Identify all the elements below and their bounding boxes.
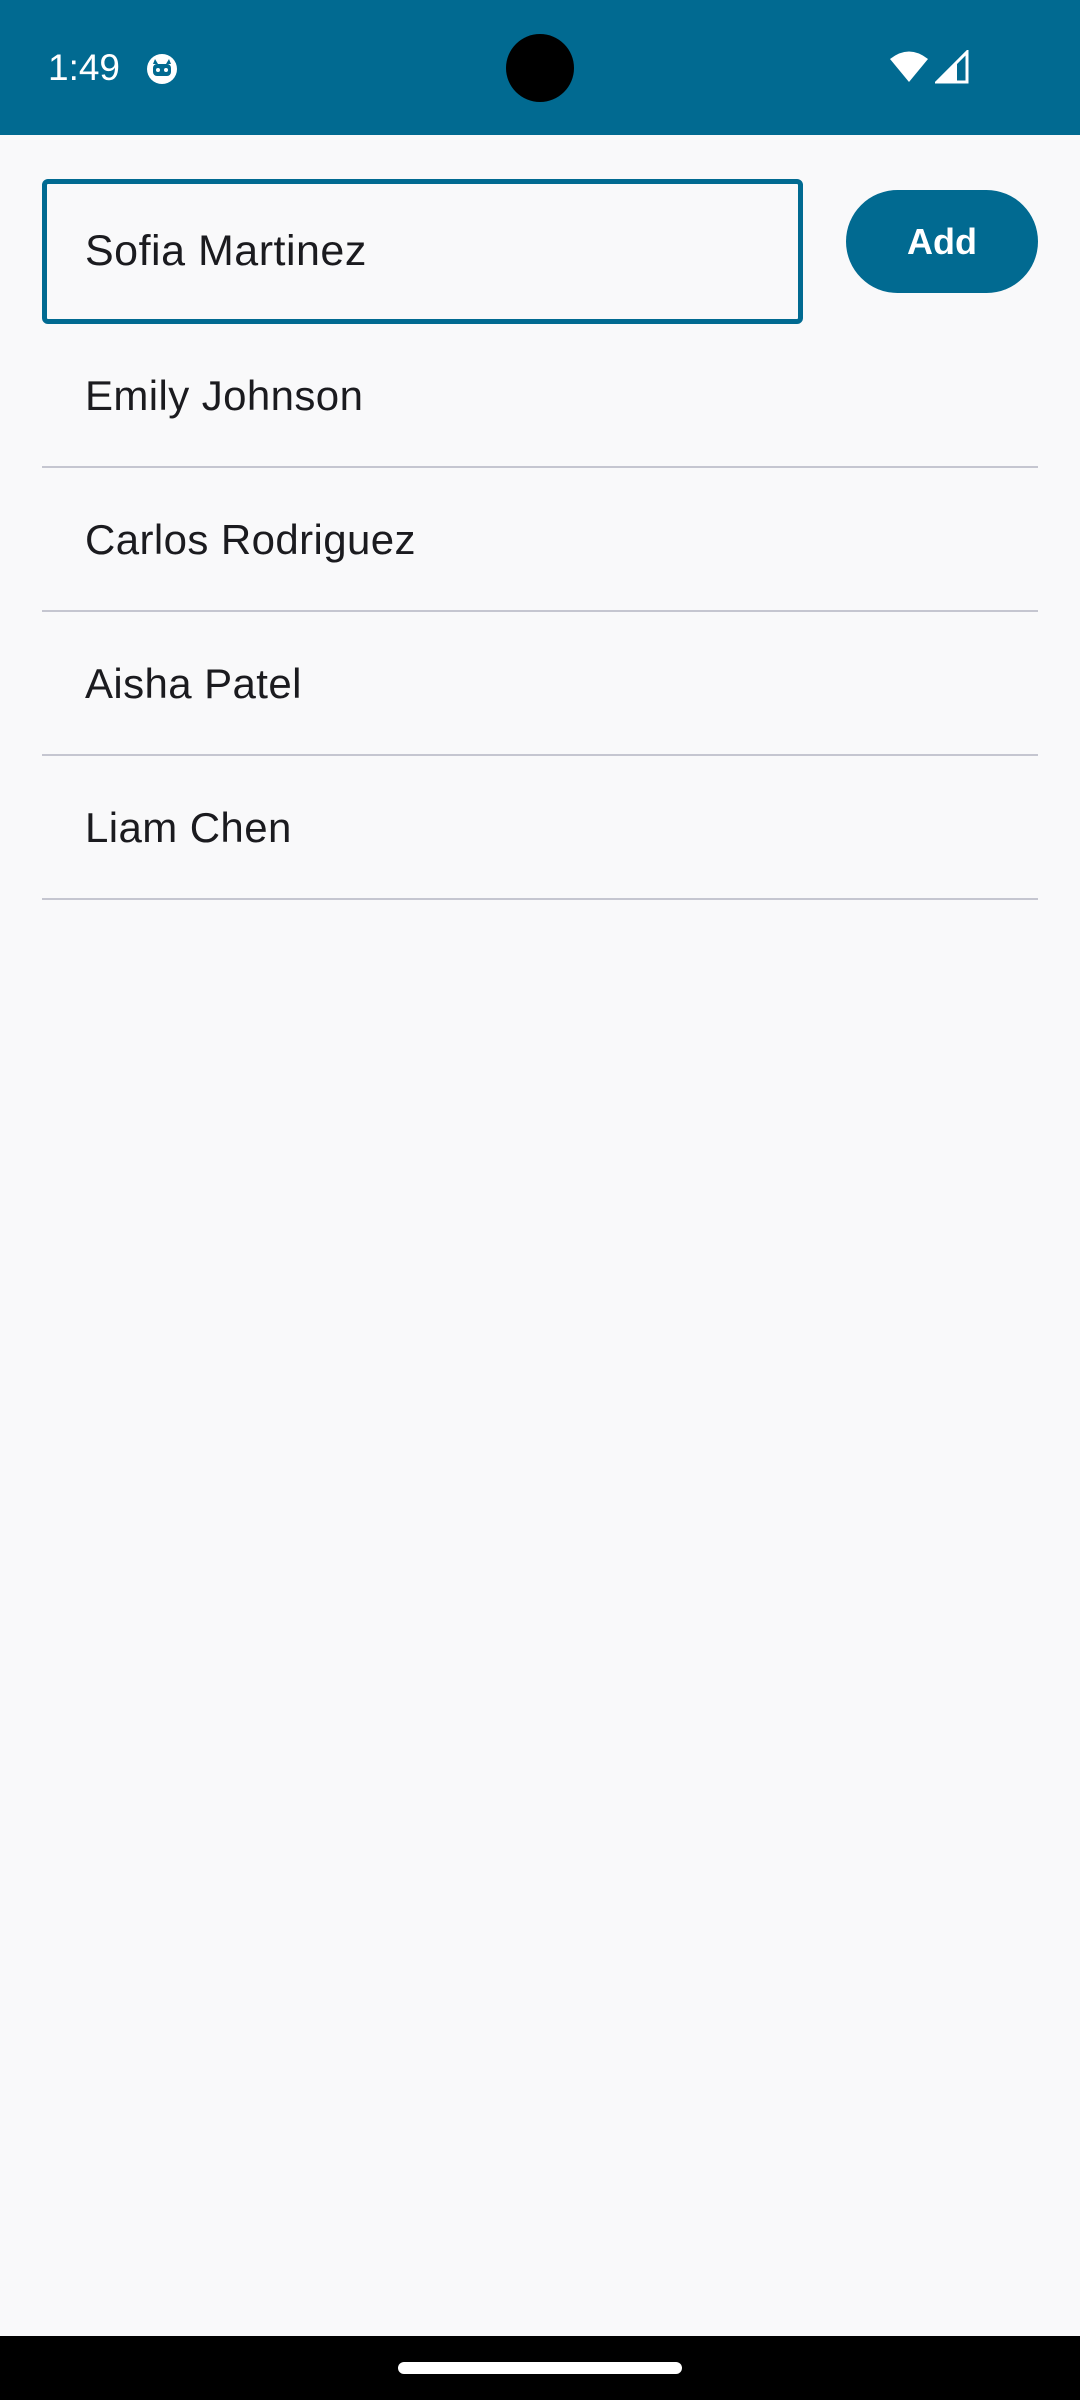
name-list: Emily Johnson Carlos Rodriguez Aisha Pat… [42, 324, 1038, 900]
name-input[interactable] [42, 179, 803, 324]
list-item[interactable]: Carlos Rodriguez [42, 468, 1038, 612]
app-notification-icon [145, 52, 179, 86]
list-item[interactable]: Liam Chen [42, 756, 1038, 900]
wifi-icon [889, 50, 929, 84]
list-item-label: Carlos Rodriguez [85, 516, 416, 563]
list-item-label: Liam Chen [85, 804, 292, 851]
status-time: 1:49 [48, 47, 121, 88]
list-item[interactable]: Aisha Patel [42, 612, 1038, 756]
cellular-signal-icon [933, 48, 969, 84]
add-button[interactable]: Add [846, 190, 1038, 293]
list-item[interactable]: Emily Johnson [42, 324, 1038, 468]
home-gesture-handle[interactable] [398, 2362, 682, 2374]
status-bar: 1:49 [0, 0, 1080, 135]
list-item-label: Aisha Patel [85, 660, 302, 707]
camera-cutout [506, 34, 574, 102]
list-item-label: Emily Johnson [85, 372, 364, 419]
